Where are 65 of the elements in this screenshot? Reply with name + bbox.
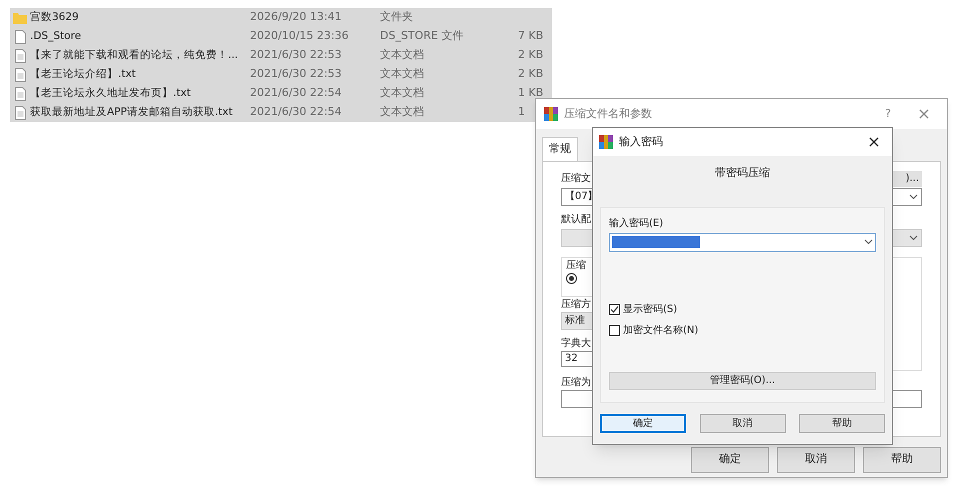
text-file-icon <box>14 48 26 62</box>
dialog-button[interactable]: 确定 <box>600 414 686 432</box>
file-row[interactable]: 【老王论坛永久地址发布页】.txt 2021/6/30 22:54 文本文档 1 KB <box>10 84 552 103</box>
checkbox[interactable] <box>609 304 620 314</box>
file-name: .DS_Store <box>30 28 82 44</box>
tab[interactable]: 常规 <box>542 137 578 160</box>
folder-icon <box>13 12 27 24</box>
file-type: 文本文档 <box>380 66 425 82</box>
file-name: 【老王论坛永久地址发布页】.txt <box>30 86 192 101</box>
window-title: 输入密码 <box>619 134 663 150</box>
radio-button[interactable] <box>566 272 577 284</box>
file-row[interactable]: .DS_Store 2020/10/15 23:36 DS_STORE 文件 7 KB <box>10 27 552 46</box>
chevron-down-icon <box>909 234 918 240</box>
file-type: 文本文档 <box>380 47 425 64</box>
file-name: 宫数3629 <box>30 10 80 25</box>
file-date: 2021/6/30 22:54 <box>250 104 343 120</box>
password-field[interactable] <box>609 232 876 252</box>
text-file-icon <box>14 86 26 100</box>
window-title: 压缩文件名和参数 <box>564 106 652 122</box>
dialog-heading: 带密码压缩 <box>715 165 770 181</box>
file-size: 1 <box>518 104 525 120</box>
file-icon <box>14 30 26 44</box>
text-file-icon <box>14 68 26 82</box>
file-date: 2020/10/15 23:36 <box>250 28 350 44</box>
file-size: 7 KB <box>518 28 544 44</box>
chevron-down-icon <box>909 194 918 200</box>
field-label: 压缩方 <box>561 298 591 312</box>
file-type: 文本文档 <box>380 104 425 120</box>
file-date: 2021/6/30 22:53 <box>250 66 343 82</box>
field-label: 压缩文 <box>561 172 591 186</box>
file-row[interactable]: 获取最新地址及APP请发邮箱自动获取.txt 2021/6/30 22:54 文本文档 1 <box>10 103 552 122</box>
dialog-button[interactable]: 帮助 <box>863 446 941 472</box>
file-type: DS_STORE 文件 <box>380 28 464 44</box>
archive-app-icon <box>599 135 613 149</box>
file-type: 文本文档 <box>380 85 425 102</box>
file-row[interactable]: 宫数3629 2026/9/20 13:41 文件夹 <box>10 8 552 27</box>
archive-app-icon <box>544 107 558 121</box>
file-size: 2 KB <box>518 47 544 64</box>
close-button[interactable]: × <box>909 102 939 126</box>
file-row[interactable]: 【来了就能下载和观看的论坛，纯免费！... 2021/6/30 22:53 文本文档 2 KB <box>10 46 552 65</box>
field-label: 输入密码(E) <box>609 216 664 230</box>
checkbox[interactable] <box>609 324 620 336</box>
file-row[interactable]: 【老王论坛介绍】.txt 2021/6/30 22:53 文本文档 2 KB <box>10 65 552 84</box>
dialog-button[interactable]: 取消 <box>700 414 786 432</box>
file-size: 1 KB <box>518 85 544 102</box>
file-type: 文件夹 <box>380 9 414 26</box>
group-label: 压缩 <box>566 258 586 272</box>
chevron-down-icon <box>864 239 873 245</box>
manage-passwords-button[interactable]: 管理密码(O)... <box>609 372 876 390</box>
field-label: 默认配 <box>561 212 591 226</box>
help-button[interactable]: ? <box>873 106 903 122</box>
field-label: 压缩为 <box>561 376 591 390</box>
file-date: 2021/6/30 22:53 <box>250 47 343 64</box>
dialog-button[interactable]: 取消 <box>777 446 855 472</box>
file-name: 【老王论坛介绍】.txt <box>30 66 137 82</box>
dialog-button[interactable]: 确定 <box>691 446 769 472</box>
dialog-button[interactable]: 帮助 <box>799 414 885 432</box>
file-date: 2021/6/30 22:54 <box>250 85 343 102</box>
file-name: 获取最新地址及APP请发邮箱自动获取.txt <box>30 104 234 120</box>
file-size: 2 KB <box>518 66 544 82</box>
field-label: 字典大 <box>561 336 591 350</box>
close-button[interactable]: × <box>862 130 886 154</box>
file-date: 2026/9/20 13:41 <box>250 9 343 26</box>
text-file-icon <box>14 106 26 120</box>
file-name: 【来了就能下载和观看的论坛，纯免费！... <box>30 48 240 63</box>
